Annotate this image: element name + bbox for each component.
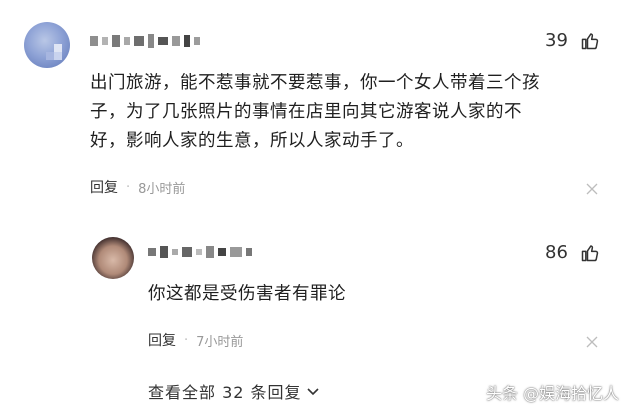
username-blurred[interactable] <box>148 246 252 258</box>
avatar[interactable] <box>24 22 70 68</box>
avatar[interactable] <box>92 237 134 279</box>
more-icon[interactable] <box>584 181 600 197</box>
comment-text: 出门旅游，能不惹事就不要惹事，你一个女人带着三个孩 子，为了几张照片的事情在店里… <box>90 69 620 156</box>
separator: · <box>126 179 131 195</box>
like-count: 86 <box>545 242 568 263</box>
like-count: 39 <box>545 30 568 51</box>
timestamp: 7小时前 <box>196 334 244 350</box>
reply-actions: 回复 · 7小时前 <box>148 330 243 350</box>
view-all-replies-label: 查看全部 32 条回复 <box>148 383 302 402</box>
timestamp: 8小时前 <box>138 181 186 197</box>
comment-actions: 回复 · 8小时前 <box>90 177 185 197</box>
separator: · <box>184 332 189 348</box>
thumbs-up-icon[interactable] <box>580 31 600 51</box>
reply-text: 你这都是受伤害者有罪论 <box>148 284 346 304</box>
more-icon[interactable] <box>584 334 600 350</box>
reply-button[interactable]: 回复 <box>148 330 176 350</box>
view-all-replies-button[interactable]: 查看全部 32 条回复 <box>148 379 320 403</box>
comment-text-line: 子，为了几张照片的事情在店里向其它游客说人家的不 <box>90 102 522 122</box>
username-blurred[interactable] <box>90 34 200 48</box>
reply-button[interactable]: 回复 <box>90 177 118 197</box>
chevron-down-icon <box>306 388 319 396</box>
watermark: 头条 @娱海拾忆人 <box>486 384 620 403</box>
comment-text-line: 出门旅游，能不惹事就不要惹事，你一个女人带着三个孩 <box>90 73 540 93</box>
thumbs-up-icon[interactable] <box>580 243 600 263</box>
comment-text-line: 好，影响人家的生意，所以人家动手了。 <box>90 131 414 151</box>
